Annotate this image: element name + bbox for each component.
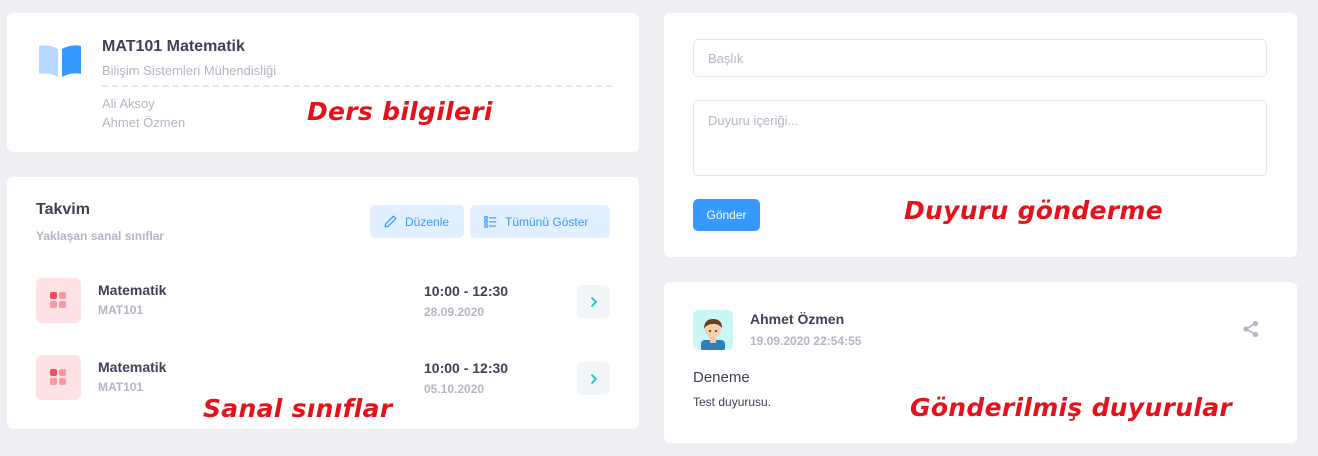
announcement-form-card: Gönder Duyuru gönderme <box>664 13 1297 257</box>
open-class-button[interactable] <box>577 285 610 318</box>
edit-button[interactable]: Düzenle <box>370 205 464 238</box>
post-title: Deneme <box>693 369 750 386</box>
class-icon <box>36 278 81 323</box>
announcement-post-card: Ahmet Özmen 19.09.2020 22:54:55 Deneme T… <box>664 282 1297 443</box>
edit-button-label: Düzenle <box>405 214 450 229</box>
class-time: 10:00 - 12:30 <box>424 360 509 376</box>
avatar <box>693 310 733 350</box>
calendar-card: Takvim Yaklaşan sanal sınıflar Düzenle T… <box>7 177 639 429</box>
post-timestamp: 19.09.2020 22:54:55 <box>750 334 862 348</box>
calendar-title: Takvim <box>36 201 90 218</box>
class-time: 10:00 - 12:30 <box>424 283 509 299</box>
open-class-button[interactable] <box>577 362 610 395</box>
post-author: Ahmet Özmen <box>750 311 845 327</box>
course-info-card: MAT101 Matematik Bilişim Sistemleri Mühe… <box>7 13 639 152</box>
calendar-subtitle: Yaklaşan sanal sınıflar <box>36 229 165 243</box>
chevron-right-icon <box>590 296 597 307</box>
class-code: MAT101 <box>98 380 144 394</box>
annotation-send-announcement: Duyuru gönderme <box>904 196 1164 225</box>
course-department: Bilişim Sistemleri Mühendisliği <box>102 63 277 78</box>
show-all-button[interactable]: Tümünü Göster <box>470 205 610 238</box>
class-name: Matematik <box>98 359 167 375</box>
share-icon[interactable] <box>1242 320 1260 338</box>
class-name: Matematik <box>98 282 167 298</box>
class-date: 28.09.2020 <box>424 305 485 319</box>
title-input[interactable] <box>693 39 1267 77</box>
post-body: Test duyurusu. <box>693 395 772 409</box>
send-button[interactable]: Gönder <box>693 199 760 231</box>
class-code: MAT101 <box>98 303 144 317</box>
show-all-button-label: Tümünü Göster <box>505 214 589 229</box>
class-date: 05.10.2020 <box>424 382 485 396</box>
list-icon <box>484 216 497 228</box>
list-item: Matematik MAT101 10:00 - 12:30 28.09.202… <box>36 278 612 326</box>
teacher-name: Ali Aksoy <box>102 96 155 111</box>
chevron-right-icon <box>590 373 597 384</box>
annotation-virtual-classes: Sanal sınıflar <box>203 394 393 423</box>
teacher-name: Ahmet Özmen <box>102 115 186 130</box>
class-icon <box>36 355 81 400</box>
book-icon <box>39 45 81 77</box>
course-title: MAT101 Matematik <box>102 38 245 55</box>
pencil-icon <box>384 215 397 228</box>
announcement-body-input[interactable] <box>693 100 1267 176</box>
annotation-sent-announcements: Gönderilmiş duyurular <box>910 393 1232 422</box>
divider <box>102 85 612 87</box>
annotation-course-info: Ders bilgileri <box>307 97 493 126</box>
